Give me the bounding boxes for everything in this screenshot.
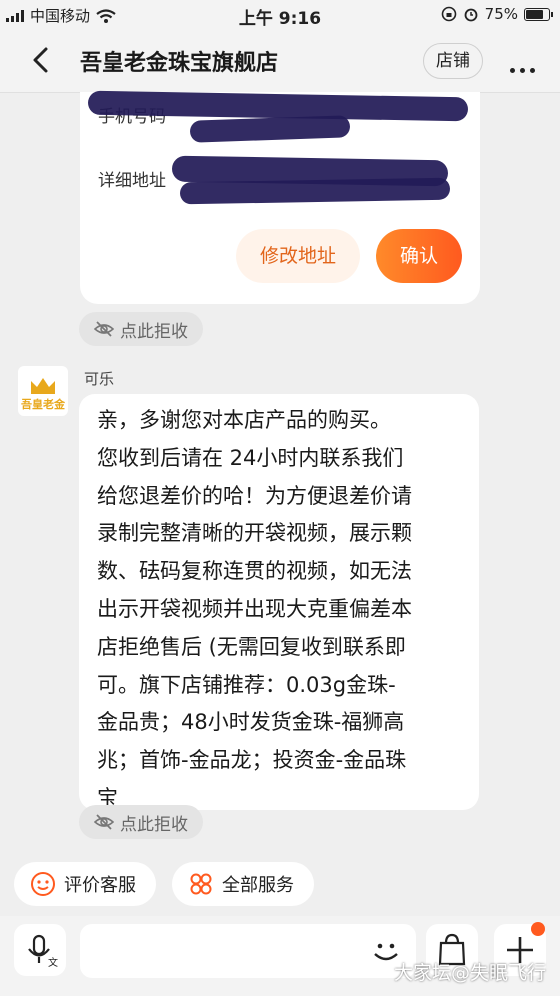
all-services-label: 全部服务 <box>222 875 294 896</box>
battery-icon <box>524 7 553 21</box>
shop-button[interactable]: 店铺 <box>423 43 483 79</box>
back-button[interactable] <box>26 45 56 75</box>
sender-name: 可乐 <box>84 370 115 388</box>
grid-icon <box>190 873 212 895</box>
battery-percent: 75% <box>484 5 518 23</box>
status-bar: 中国移动 上午 9:16 75% <box>0 0 560 30</box>
reject-label: 点此拒收 <box>120 814 188 835</box>
reject-button[interactable]: 点此拒收 <box>79 312 203 346</box>
confirm-button[interactable]: 确认 <box>376 229 462 283</box>
address-label: 详细地址 <box>98 171 166 191</box>
eye-off-icon <box>94 814 114 830</box>
smiley-icon <box>31 872 55 896</box>
chevron-left-icon <box>33 47 48 73</box>
reject-button[interactable]: 点此拒收 <box>79 805 203 839</box>
redaction-mark <box>179 177 451 205</box>
svg-text:文: 文 <box>48 956 58 969</box>
more-options-button[interactable] <box>510 58 540 77</box>
reject-label: 点此拒收 <box>120 321 188 342</box>
orientation-lock-icon <box>441 6 456 22</box>
status-right: 75% <box>441 5 553 23</box>
message-bubble: 亲，多谢您对本店产品的购买。 您收到后请在 24小时内联系我们 给您退差价的哈！… <box>79 394 479 810</box>
redaction-mark <box>189 115 351 143</box>
navigation-bar: 吾皇老金珠宝旗舰店 店铺 <box>0 30 560 93</box>
notification-dot <box>531 922 545 936</box>
address-card: 手机号码 详细地址 修改地址 确认 <box>80 90 480 304</box>
avatar-text: 吾皇老金 <box>21 398 65 411</box>
rate-service-button[interactable]: 评价客服 <box>14 862 156 906</box>
eye-off-icon <box>94 321 114 337</box>
alarm-icon <box>464 8 478 22</box>
voice-input-button[interactable]: 文 <box>14 924 66 976</box>
watermark: 大家坛@失眠飞行 <box>393 962 546 984</box>
rate-service-label: 评价客服 <box>64 875 136 896</box>
page-title: 吾皇老金珠宝旗舰店 <box>80 51 279 76</box>
edit-address-button[interactable]: 修改地址 <box>236 229 360 283</box>
microphone-icon: 文 <box>28 934 58 969</box>
avatar[interactable]: 吾皇老金 <box>18 366 68 416</box>
all-services-button[interactable]: 全部服务 <box>172 862 314 906</box>
